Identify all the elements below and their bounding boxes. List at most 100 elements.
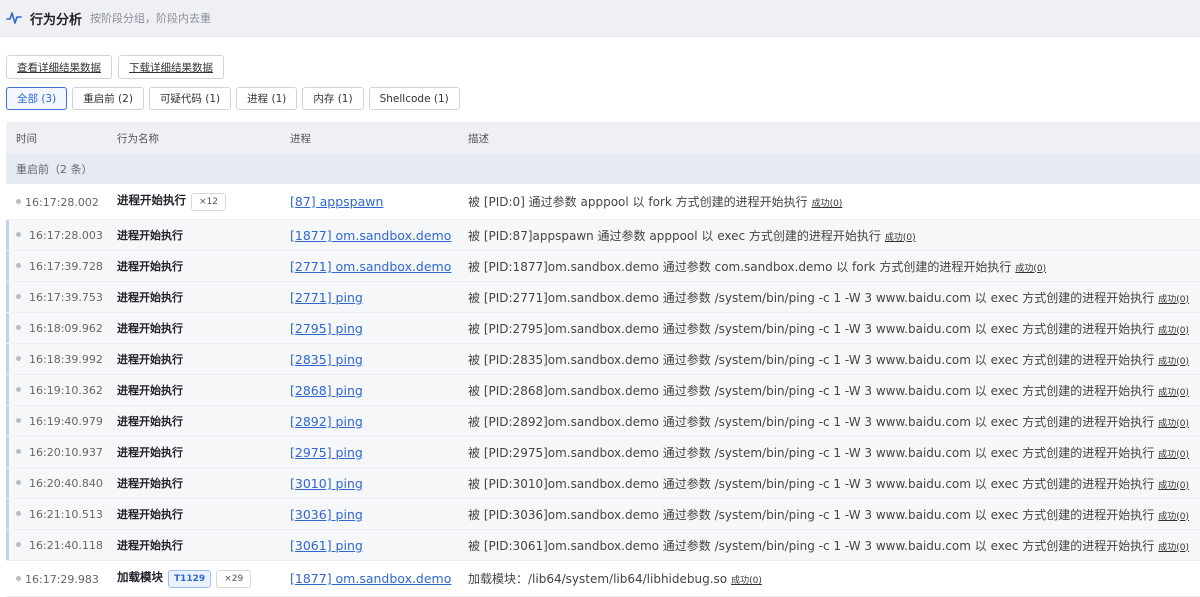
table-row[interactable]: 16:17:28.003 进程开始执行 [1877] om.sandbox.demo… [6,219,1200,251]
row-description: 被 [PID:3061]om.sandbox.demo 通过参数 /system… [468,538,1155,553]
description-cell: 被 [PID:2892]om.sandbox.demo 通过参数 /system… [458,405,1200,437]
table-row[interactable]: 16:21:10.513 进程开始执行 [3036] ping 被 [PID:3036… [6,498,1200,530]
status-link[interactable]: 成功(0) [1158,357,1189,367]
row-time: 16:17:28.003 [29,229,103,242]
count-badge[interactable]: ×29 [216,570,252,588]
action-cell: 进程开始执行 [107,467,280,499]
row-action: 进程开始执行 [117,229,183,242]
filter-all[interactable]: 全部 (3) [6,87,68,110]
behavior-table: 时间 行为名称 进程 描述 重启前（2 条） 16:17:28.002 进程开始执… [6,122,1200,597]
status-link[interactable]: 成功(0) [1015,264,1046,274]
time-cell: 16:18:09.962 [6,312,107,344]
filter-before-reboot[interactable]: 重启前 (2) [72,87,144,110]
filter-chips: 全部 (3) 重启前 (2) 可疑代码 (1) 进程 (1) 内存 (1) Sh… [6,87,460,110]
timeline-dot [16,542,21,547]
process-link[interactable]: [1877] om.sandbox.demo [290,571,451,586]
process-link[interactable]: [2771] om.sandbox.demo [290,259,451,274]
group-label: 重启前（2 条） [6,154,1200,184]
description-cell: 被 [PID:2835]om.sandbox.demo 通过参数 /system… [458,343,1200,375]
table-row[interactable]: 16:20:40.840 进程开始执行 [3010] ping 被 [PID:3010… [6,467,1200,499]
status-link[interactable]: 成功(0) [1158,326,1189,336]
description-cell: 被 [PID:2975]om.sandbox.demo 通过参数 /system… [458,436,1200,468]
filter-suspicious-code[interactable]: 可疑代码 (1) [148,87,232,110]
action-cell: 加载模块 T1129 ×29 [107,560,280,597]
process-link[interactable]: [3036] ping [290,507,363,522]
status-link[interactable]: 成功(0) [731,576,762,586]
row-time: 16:21:40.118 [29,539,103,552]
process-cell: [2868] ping [280,374,458,406]
process-link[interactable]: [2795] ping [290,321,363,336]
row-time: 16:21:10.513 [29,508,103,521]
process-link[interactable]: [1877] om.sandbox.demo [290,228,451,243]
status-link[interactable]: 成功(0) [1158,419,1189,429]
process-link[interactable]: [87] appspawn [290,194,383,209]
row-description: 被 [PID:2771]om.sandbox.demo 通过参数 /system… [468,290,1155,305]
technique-tag[interactable]: T1129 [168,570,212,588]
process-cell: [2771] ping [280,281,458,313]
download-details-button[interactable]: 下载详细结果数据 [118,55,224,79]
description-cell: 加载模块：/lib64/system/lib64/libhidebug.so 成功… [458,560,1200,597]
process-link[interactable]: [2868] ping [290,383,363,398]
status-link[interactable]: 成功(0) [1158,295,1189,305]
row-action: 进程开始执行 [117,291,183,304]
process-link[interactable]: [2892] ping [290,414,363,429]
view-details-button[interactable]: 查看详细结果数据 [6,55,112,79]
filter-memory[interactable]: 内存 (1) [302,87,364,110]
table-row[interactable]: 16:20:10.937 进程开始执行 [2975] ping 被 [PID:2975… [6,436,1200,468]
process-cell: [2892] ping [280,405,458,437]
status-link[interactable]: 成功(0) [1158,388,1189,398]
column-action: 行为名称 [107,122,280,154]
time-cell: 16:21:40.118 [6,529,107,561]
row-description: 被 [PID:2975]om.sandbox.demo 通过参数 /system… [468,445,1155,460]
time-cell: 16:17:28.003 [6,219,107,251]
timeline-dot [16,575,21,581]
description-cell: 被 [PID:1877]om.sandbox.demo 通过参数 com.san… [458,250,1200,282]
group-row[interactable]: 重启前（2 条） [6,154,1200,184]
table-row[interactable]: 16:17:39.728 进程开始执行 [2771] om.sandbox.demo… [6,250,1200,282]
table-row[interactable]: 16:17:29.983 加载模块 T1129 ×29 [1877] om.sandbo… [6,560,1200,597]
page-header: 行为分析 按阶段分组，阶段内去重 [0,0,1200,37]
time-cell: 16:17:39.753 [6,281,107,313]
timeline-dot [16,480,21,485]
row-description: 被 [PID:2892]om.sandbox.demo 通过参数 /system… [468,414,1155,429]
row-description: 被 [PID:2868]om.sandbox.demo 通过参数 /system… [468,383,1155,398]
table-row[interactable]: 16:17:39.753 进程开始执行 [2771] ping 被 [PID:2771… [6,281,1200,313]
description-cell: 被 [PID:3036]om.sandbox.demo 通过参数 /system… [458,498,1200,530]
status-link[interactable]: 成功(0) [812,199,843,209]
status-link[interactable]: 成功(0) [1158,450,1189,460]
process-link[interactable]: [3010] ping [290,476,363,491]
timeline-dot [16,294,21,299]
process-link[interactable]: [2835] ping [290,352,363,367]
time-cell: 16:17:39.728 [6,250,107,282]
table-row[interactable]: 16:19:10.362 进程开始执行 [2868] ping 被 [PID:2868… [6,374,1200,406]
count-badge[interactable]: ×12 [191,193,226,211]
row-time: 16:20:40.840 [29,477,103,490]
status-link[interactable]: 成功(0) [1158,543,1189,553]
process-cell: [3010] ping [280,467,458,499]
row-description: 被 [PID:3036]om.sandbox.demo 通过参数 /system… [468,507,1155,522]
process-link[interactable]: [2975] ping [290,445,363,460]
process-link[interactable]: [3061] ping [290,538,363,553]
table-row[interactable]: 16:18:09.962 进程开始执行 [2795] ping 被 [PID:2795… [6,312,1200,344]
action-cell: 进程开始执行 [107,343,280,375]
action-cell: 进程开始执行 [107,498,280,530]
row-description: 被 [PID:3010]om.sandbox.demo 通过参数 /system… [468,476,1155,491]
table-row[interactable]: 16:17:28.002 进程开始执行 ×12 [87] appspawn 被 [PID… [6,184,1200,220]
row-time: 16:18:39.992 [29,353,103,366]
filter-process[interactable]: 进程 (1) [236,87,298,110]
status-link[interactable]: 成功(0) [1158,512,1189,522]
status-link[interactable]: 成功(0) [1158,481,1189,491]
time-cell: 16:18:39.992 [6,343,107,375]
filter-shellcode[interactable]: Shellcode (1) [368,87,460,110]
description-cell: 被 [PID:2771]om.sandbox.demo 通过参数 /system… [458,281,1200,313]
timeline-dot [16,356,21,361]
process-cell: [2975] ping [280,436,458,468]
row-action: 进程开始执行 [117,415,183,428]
table-row[interactable]: 16:18:39.992 进程开始执行 [2835] ping 被 [PID:2835… [6,343,1200,375]
status-link[interactable]: 成功(0) [885,233,916,243]
table-row[interactable]: 16:19:40.979 进程开始执行 [2892] ping 被 [PID:2892… [6,405,1200,437]
row-action: 进程开始执行 [117,384,183,397]
process-link[interactable]: [2771] ping [290,290,363,305]
row-time: 16:18:09.962 [29,322,103,335]
table-row[interactable]: 16:21:40.118 进程开始执行 [3061] ping 被 [PID:3061… [6,529,1200,561]
